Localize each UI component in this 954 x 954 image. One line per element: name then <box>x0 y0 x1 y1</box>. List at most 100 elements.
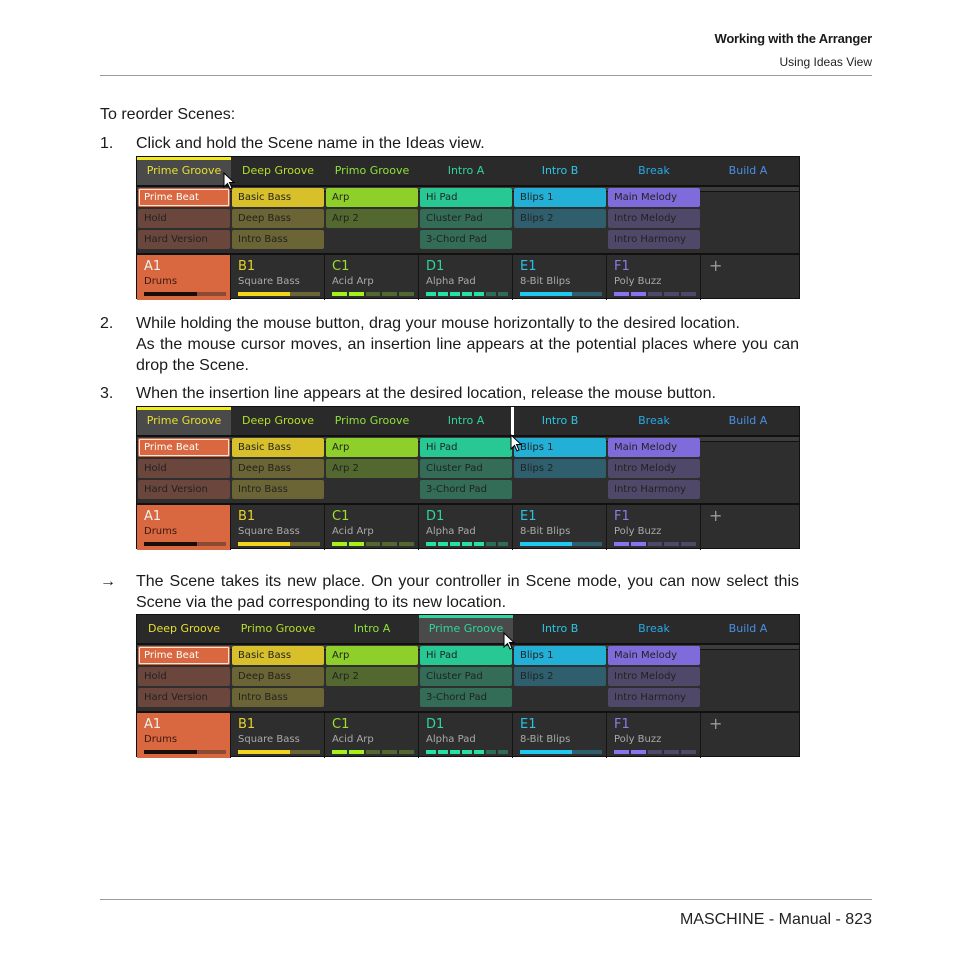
clip-cell[interactable]: Deep Bass <box>232 459 324 478</box>
group-cell[interactable]: C1 Acid Arp <box>325 713 419 758</box>
clip-cell[interactable]: Cluster Pad <box>420 209 512 228</box>
clip-cell[interactable]: Deep Bass <box>232 667 324 686</box>
clip-cell[interactable]: Hard Version <box>138 230 230 249</box>
clip-cell[interactable]: Cluster Pad <box>420 459 512 478</box>
clip-cell[interactable]: Cluster Pad <box>420 667 512 686</box>
group-cell[interactable]: E1 8-Bit Blips <box>513 255 607 300</box>
clip-cell[interactable]: Main Melody <box>608 188 700 207</box>
group-cell[interactable]: A1 Drums <box>137 505 231 550</box>
scene-tab[interactable]: Break <box>607 615 701 643</box>
clip-cell[interactable]: Hi Pad <box>420 188 512 207</box>
mouse-cursor-icon <box>510 433 523 452</box>
clip-cell[interactable]: Basic Bass <box>232 438 324 457</box>
clip-cell[interactable]: Blips 2 <box>514 459 606 478</box>
clip-cell[interactable]: Intro Harmony <box>608 480 700 499</box>
group-cell[interactable]: D1 Alpha Pad <box>419 713 513 758</box>
clip-cell[interactable]: Arp 2 <box>326 667 418 686</box>
scene-tab[interactable]: Primo Groove <box>325 407 419 435</box>
scene-tab[interactable]: Primo Groove <box>231 615 325 643</box>
scene-tab-bar: Deep Groove Primo Groove Intro A Prime Groo… <box>137 615 799 645</box>
clip-cell[interactable]: Hard Version <box>138 480 230 499</box>
group-cell[interactable]: F1 Poly Buzz <box>607 505 701 550</box>
ideas-view-panel-2[interactable]: Prime Groove Deep Groove Primo Groove Intro… <box>136 406 800 550</box>
scene-tab[interactable]: Deep Groove <box>231 157 325 185</box>
clip-cell[interactable]: Main Melody <box>608 438 700 457</box>
scene-tab[interactable]: Prime Groove <box>137 407 231 435</box>
clip-cell[interactable]: Prime Beat <box>138 438 230 457</box>
clip-cell[interactable]: Hi Pad <box>420 438 512 457</box>
clip-cell[interactable]: Deep Bass <box>232 209 324 228</box>
clip-cell[interactable]: Hi Pad <box>420 646 512 665</box>
clip-cell[interactable]: Blips 1 <box>514 438 606 457</box>
scene-tab[interactable]: Build A <box>701 615 795 643</box>
scene-tab[interactable]: Primo Groove <box>325 157 419 185</box>
ideas-view-panel-3[interactable]: Deep Groove Primo Groove Intro A Prime Groo… <box>136 614 800 758</box>
group-cell[interactable]: F1 Poly Buzz <box>607 255 701 300</box>
group-cell[interactable]: E1 8-Bit Blips <box>513 713 607 758</box>
clip-cell[interactable]: Blips 1 <box>514 646 606 665</box>
clip-cell[interactable]: Hold <box>138 459 230 478</box>
group-cell[interactable]: C1 Acid Arp <box>325 255 419 300</box>
scene-tab[interactable]: Intro A <box>419 157 513 185</box>
clip-cell[interactable]: Blips 2 <box>514 209 606 228</box>
clip-cell[interactable]: Basic Bass <box>232 646 324 665</box>
clip-cell[interactable]: Arp <box>326 188 418 207</box>
ideas-view-panel-1[interactable]: Prime Groove Deep Groove Primo Groove Intro… <box>136 156 800 300</box>
group-cell[interactable]: D1 Alpha Pad <box>419 505 513 550</box>
meter-track <box>572 542 602 546</box>
clip-cell[interactable]: Intro Melody <box>608 459 700 478</box>
clip-cell[interactable]: 3-Chord Pad <box>420 480 512 499</box>
scene-tab[interactable]: Break <box>607 157 701 185</box>
group-cell[interactable]: A1 Drums <box>137 713 231 758</box>
clip-cell[interactable]: Hold <box>138 667 230 686</box>
add-group-icon[interactable]: + <box>709 256 722 275</box>
clip-cell[interactable]: Intro Bass <box>232 688 324 707</box>
clip-cell[interactable]: Arp <box>326 438 418 457</box>
clip-cell[interactable]: Hard Version <box>138 688 230 707</box>
clip-cell[interactable]: Prime Beat <box>138 188 230 207</box>
scene-tab[interactable]: Deep Groove <box>231 407 325 435</box>
clip-cell[interactable]: 3-Chord Pad <box>420 230 512 249</box>
scene-tab[interactable]: Build A <box>701 157 795 185</box>
scene-tab[interactable]: Intro A <box>419 407 513 435</box>
meter-segment <box>647 542 663 546</box>
scene-tab[interactable]: Intro A <box>325 615 419 643</box>
scene-tab[interactable]: Break <box>607 407 701 435</box>
clip-cell[interactable]: Arp <box>326 646 418 665</box>
group-cell[interactable]: D1 Alpha Pad <box>419 255 513 300</box>
clip-cell[interactable]: Arp 2 <box>326 209 418 228</box>
group-cell[interactable]: B1 Square Bass <box>231 713 325 758</box>
level-meter <box>426 292 508 296</box>
meter-segment <box>399 542 414 546</box>
clip-cell[interactable]: Blips 2 <box>514 667 606 686</box>
clip-cell[interactable]: Intro Harmony <box>608 230 700 249</box>
clip-cell[interactable]: Arp 2 <box>326 459 418 478</box>
group-cell[interactable]: B1 Square Bass <box>231 255 325 300</box>
scene-tab[interactable]: Intro B <box>513 407 607 435</box>
clip-cell[interactable]: Basic Bass <box>232 188 324 207</box>
clip-cell[interactable]: Blips 1 <box>514 188 606 207</box>
clip-cell[interactable]: Hold <box>138 209 230 228</box>
group-cell[interactable]: C1 Acid Arp <box>325 505 419 550</box>
clip-cell[interactable]: Main Melody <box>608 646 700 665</box>
scene-tab[interactable]: Prime Groove <box>137 157 231 185</box>
scene-tab[interactable]: Intro B <box>513 157 607 185</box>
clip-cell[interactable]: Prime Beat <box>138 646 230 665</box>
clip-cell[interactable]: 3-Chord Pad <box>420 688 512 707</box>
scene-tab[interactable]: Intro B <box>513 615 607 643</box>
scene-tab[interactable]: Deep Groove <box>137 615 231 643</box>
clip-cell[interactable]: Intro Melody <box>608 667 700 686</box>
scene-tab[interactable]: Build A <box>701 407 795 435</box>
add-group-icon[interactable]: + <box>709 506 722 525</box>
group-cell[interactable]: A1 Drums <box>137 255 231 300</box>
group-cell[interactable]: B1 Square Bass <box>231 505 325 550</box>
clip-cell[interactable]: Intro Bass <box>232 480 324 499</box>
clip-cell[interactable]: Intro Bass <box>232 230 324 249</box>
group-cell[interactable]: F1 Poly Buzz <box>607 713 701 758</box>
add-group-icon[interactable]: + <box>709 714 722 733</box>
group-cell[interactable]: E1 8-Bit Blips <box>513 505 607 550</box>
clip-cell[interactable]: Intro Harmony <box>608 688 700 707</box>
step-2-text: While holding the mouse button, drag you… <box>136 313 799 376</box>
scene-tab[interactable]: Prime Groove <box>419 615 513 643</box>
clip-cell[interactable]: Intro Melody <box>608 209 700 228</box>
